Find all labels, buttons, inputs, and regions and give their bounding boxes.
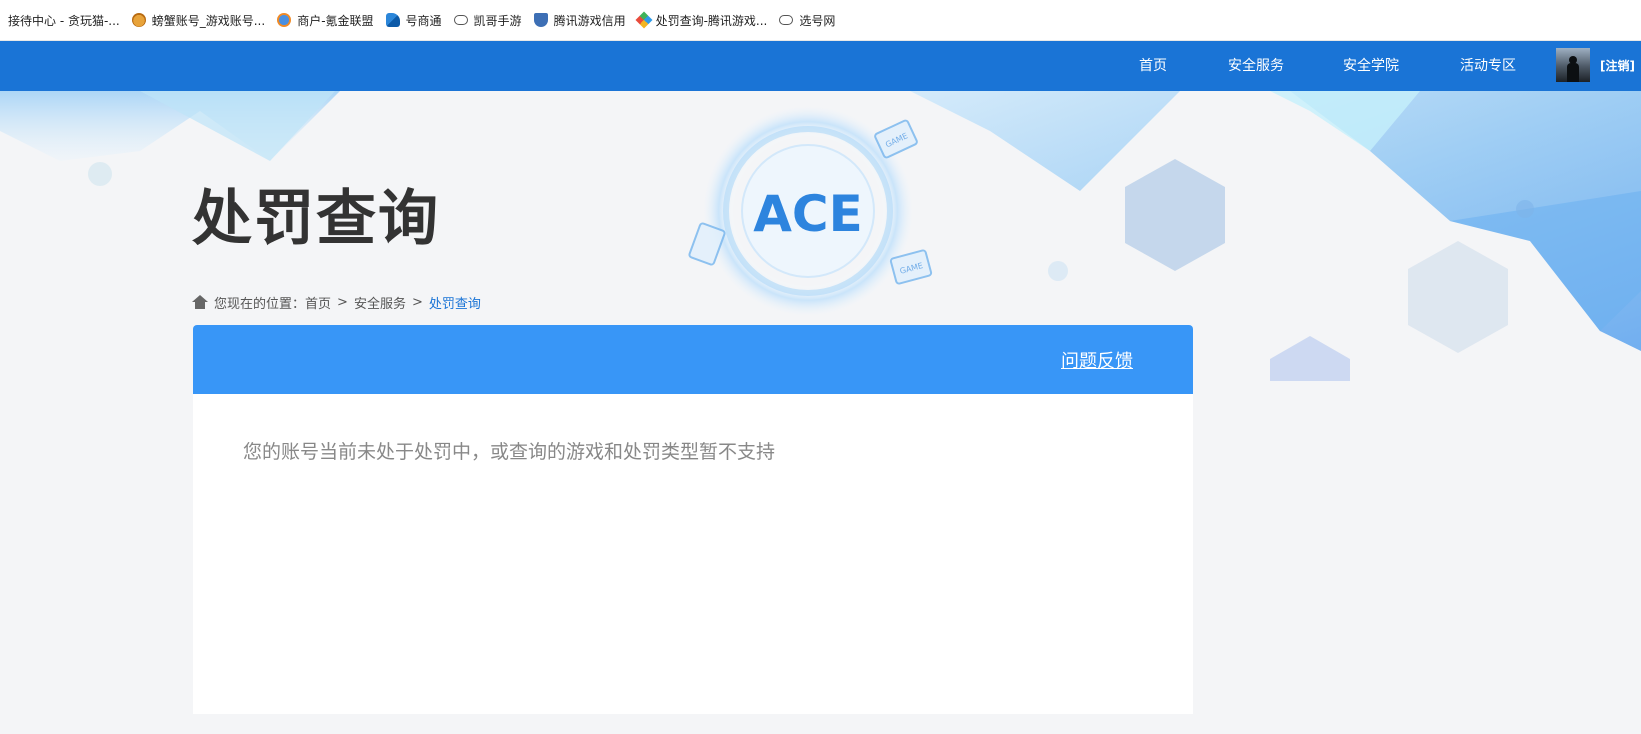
page-title: 处罚查询 [192,184,440,254]
feedback-link[interactable]: 问题反馈 [1061,347,1133,373]
bookmark-label: 接待中心 - 贪玩猫-... [8,13,120,28]
bookmark-label: 螃蟹账号_游戏账号... [151,13,266,28]
nav-item-events[interactable]: 活动专区 [1460,41,1516,91]
bookmark-label: 选号网 [799,13,836,28]
diamond-icon [635,11,653,29]
bookmark-item[interactable]: 商户-氪金联盟 [273,8,381,32]
top-nav: 首页 安全服务 安全学院 活动专区 [注销] [0,41,1641,91]
duck-icon [277,13,292,27]
bookmark-label: 号商通 [405,13,442,28]
bookmark-item[interactable]: 螃蟹账号_游戏账号... [128,8,273,32]
bookmark-item[interactable]: 腾讯游戏信用 [530,8,634,32]
nav-item-home[interactable]: 首页 [1139,41,1167,91]
gamepad-icon [779,15,794,25]
breadcrumb-home-link[interactable]: 首页 [305,293,331,312]
result-notice: 您的账号当前未处于处罚中，或查询的游戏和处罚类型暂不支持 [243,441,776,463]
bookmark-label: 处罚查询-腾讯游戏... [655,13,768,28]
breadcrumb-section-link[interactable]: 安全服务 [354,293,406,312]
breadcrumb-current: 处罚查询 [428,296,481,312]
nav-item-security-services[interactable]: 安全服务 [1228,41,1284,91]
bookmark-item[interactable]: 凯哥手游 [450,8,530,32]
nav-item-security-academy[interactable]: 安全学院 [1343,41,1399,91]
avatar[interactable] [1556,48,1590,82]
result-panel: 问题反馈 您的账号当前未处于处罚中，或查询的游戏和处罚类型暂不支持 [193,325,1193,714]
bookmark-item[interactable]: 接待中心 - 贪玩猫-... [4,8,128,32]
logout-link[interactable]: [注销] [1600,41,1635,91]
boat-icon [385,13,400,27]
gamepad-icon [453,15,468,25]
breadcrumb-separator: > [411,294,423,310]
bookmark-label: 凯哥手游 [473,13,522,28]
bookmark-item[interactable]: 选号网 [775,8,843,32]
bookmark-label: 腾讯游戏信用 [553,13,626,28]
home-icon [192,295,208,309]
bookmark-label: 商户-氪金联盟 [297,13,374,28]
panel-header: 问题反馈 [193,325,1193,394]
cat-icon [131,13,146,27]
breadcrumb-prefix: 您现在的位置： [214,296,306,312]
bookmarks-bar: 接待中心 - 贪玩猫-... 螃蟹账号_游戏账号... 商户-氪金联盟 号商通 … [0,0,1641,41]
shield-icon [533,13,548,27]
bookmark-item[interactable]: 号商通 [382,8,450,32]
breadcrumb-separator: > [337,294,348,310]
bookmark-item[interactable]: 处罚查询-腾讯游戏... [634,8,776,32]
ace-logo-text: ACE [753,185,863,243]
breadcrumb: 您现在的位置： 首页 > 安全服务 > 处罚查询 [192,292,481,312]
